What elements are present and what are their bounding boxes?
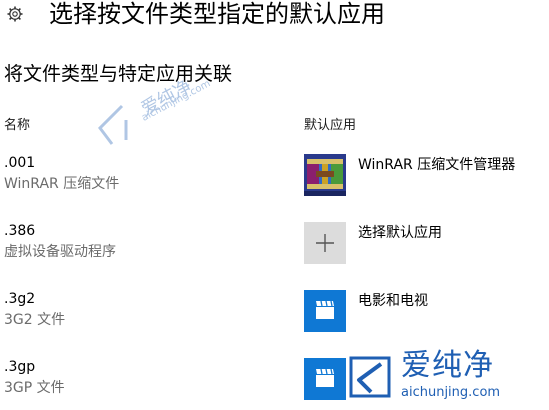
file-type-description: WinRAR 压缩文件 <box>4 176 120 192</box>
watermark-logo-icon <box>349 356 391 398</box>
file-type-description: 3G2 文件 <box>4 312 66 328</box>
default-app-label: WinRAR 压缩文件管理器 <box>358 157 516 173</box>
file-type-row: .001 WinRAR 压缩文件 <box>4 154 284 194</box>
file-extension: .386 <box>4 223 36 239</box>
movies-tv-icon <box>304 290 346 332</box>
winrar-icon <box>304 154 346 196</box>
movies-tv-icon <box>304 358 346 400</box>
watermark-overlay: 爱纯净 aichunjing.com <box>92 76 212 158</box>
plus-icon <box>304 222 346 264</box>
file-extension: .3g2 <box>4 291 36 307</box>
file-extension: .3gp <box>4 359 36 375</box>
default-app-label: 选择默认应用 <box>358 225 442 241</box>
gear-icon <box>7 6 23 22</box>
file-type-row: .3g2 3G2 文件 <box>4 290 284 330</box>
watermark-brand-text: 爱纯净 <box>401 348 494 383</box>
watermark-brand-url: aichunjing.com <box>401 385 501 400</box>
file-type-description: 虚拟设备驱动程序 <box>4 244 116 260</box>
choose-default-app-button[interactable]: 选择默认应用 <box>304 222 442 264</box>
default-app-label: 电影和电视 <box>358 293 428 309</box>
watermark-logo: 爱纯净 aichunjing.com <box>343 348 543 404</box>
column-header-name: 名称 <box>4 118 31 133</box>
file-type-description: 3GP 文件 <box>4 380 65 396</box>
default-app-button[interactable]: 电影和电视 <box>304 290 428 332</box>
column-header-default-app: 默认应用 <box>304 118 357 133</box>
default-apps-by-file-type-page: 选择按文件类型指定的默认应用 将文件类型与特定应用关联 名称 默认应用 .001… <box>0 0 549 410</box>
page-title: 选择按文件类型指定的默认应用 <box>49 0 385 28</box>
file-type-row: .386 虚拟设备驱动程序 <box>4 222 284 262</box>
default-app-button[interactable]: WinRAR 压缩文件管理器 <box>304 154 515 196</box>
file-type-row: .3gp 3GP 文件 <box>4 358 284 398</box>
